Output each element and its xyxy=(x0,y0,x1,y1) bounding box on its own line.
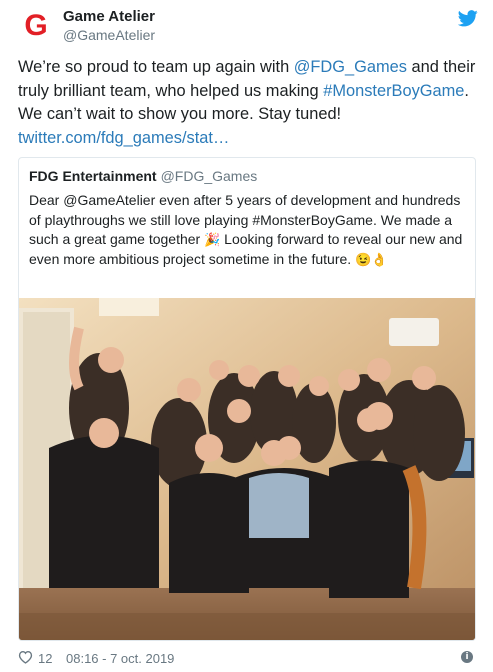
avatar-letter: G xyxy=(24,9,48,42)
tweet-url-link[interactable]: twitter.com/fdg_games/stat… xyxy=(18,129,229,147)
tweet-text: We’re so proud to team up again with @FD… xyxy=(18,56,478,150)
quoted-tweet-text: Dear @GameAtelier even after 5 years of … xyxy=(29,191,469,269)
quoted-tweet-header: FDG Entertainment @FDG_Games xyxy=(29,168,257,184)
group-photo-image xyxy=(19,298,475,640)
heart-icon[interactable] xyxy=(18,650,33,664)
tweet-timestamp[interactable]: 08:16 - 7 oct. 2019 xyxy=(66,651,174,666)
author-name[interactable]: Game Atelier xyxy=(63,8,155,25)
tweet-text-segment: and their xyxy=(406,58,476,76)
tweet-header: G Game Atelier @GameAtelier xyxy=(18,6,478,46)
party-popper-emoji: 🎉 xyxy=(204,232,221,247)
tweet-text-segment: truly brilliant team, who helped us maki… xyxy=(18,81,324,100)
tweet-text-segment: We can’t wait to show you more. Stay tun… xyxy=(18,105,342,123)
twitter-bird-icon[interactable] xyxy=(458,10,478,27)
group-photo[interactable] xyxy=(19,298,475,640)
tweet-footer: 12 08:16 - 7 oct. 2019 i xyxy=(18,648,478,668)
quoted-author-name: FDG Entertainment xyxy=(29,168,157,184)
quoted-tweet[interactable]: FDG Entertainment @FDG_Games Dear @GameAt… xyxy=(18,157,476,641)
tweet-text-segment: We’re so proud to team up again with xyxy=(18,58,294,76)
hashtag-link[interactable]: #MonsterBoyGame xyxy=(323,82,464,100)
embedded-tweet: G Game Atelier @GameAtelier We’re so pro… xyxy=(0,0,493,672)
info-icon[interactable]: i xyxy=(461,651,473,663)
quoted-author-handle: @FDG_Games xyxy=(160,168,258,184)
author-handle[interactable]: @GameAtelier xyxy=(63,27,155,43)
mention-link[interactable]: @FDG_Games xyxy=(294,58,407,76)
wink-ok-emoji: 😉👌 xyxy=(355,251,388,267)
like-count[interactable]: 12 xyxy=(38,651,52,666)
tweet-text-segment: . xyxy=(464,81,469,100)
avatar[interactable]: G xyxy=(18,8,54,44)
